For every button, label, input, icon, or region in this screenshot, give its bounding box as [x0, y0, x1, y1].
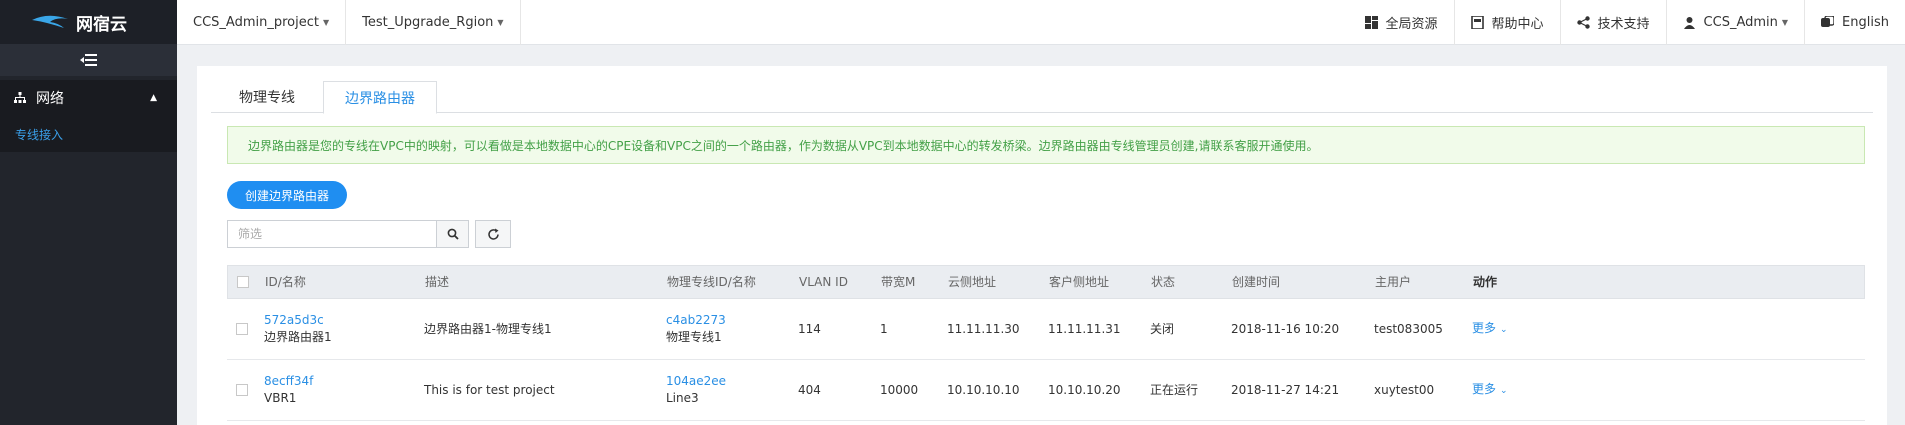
region-name: Test_Upgrade_Rgion	[362, 14, 494, 30]
col-id-name[interactable]: ID/名称	[265, 266, 306, 298]
region-selector[interactable]: Test_Upgrade_Rgion ▼	[346, 0, 521, 45]
global-resources-label: 全局资源	[1385, 16, 1438, 32]
info-notice: 边界路由器是您的专线在VPC中的映射，可以看做是本地数据中心的CPE设备和VPC…	[227, 126, 1865, 164]
tab-bar: 物理专线 边界路由器	[211, 81, 1873, 114]
line-name: Line3	[666, 391, 699, 405]
sidebar-group-label: 网络	[36, 91, 64, 107]
language-icon	[1821, 15, 1835, 27]
language-switch[interactable]: English	[1804, 0, 1905, 45]
col-cloud-address[interactable]: 云侧地址	[948, 266, 996, 298]
tab-physical-line[interactable]: 物理专线	[211, 81, 323, 113]
col-owner[interactable]: 主用户	[1375, 266, 1411, 298]
book-icon	[1470, 15, 1484, 29]
select-all-cell	[237, 266, 249, 298]
user-name: CCS_Admin	[1703, 14, 1778, 30]
search-button[interactable]	[437, 220, 469, 248]
status-text: 关闭	[1150, 321, 1175, 336]
share-icon	[1576, 15, 1590, 29]
tech-support-link[interactable]: 技术支持	[1559, 0, 1666, 45]
col-vlan-id[interactable]: VLAN ID	[799, 266, 848, 298]
refresh-button[interactable]	[475, 220, 511, 248]
search-icon	[447, 228, 459, 240]
table-row: 8ecff34f VBR1 This is for test project 1…	[227, 360, 1865, 421]
content-card: 物理专线 边界路由器 边界路由器是您的专线在VPC中的映射，可以看做是本地数据中…	[197, 66, 1887, 425]
bandwidth: 1	[880, 321, 888, 336]
sidebar-collapse-button[interactable]	[0, 44, 177, 76]
logo-icon	[32, 15, 68, 28]
row-checkbox[interactable]	[236, 384, 248, 396]
chevron-down-icon: ⌄	[1500, 385, 1508, 396]
language-label: English	[1842, 14, 1889, 30]
line-id-link[interactable]: 104ae2ee	[666, 373, 726, 390]
col-customer-address[interactable]: 客户侧地址	[1049, 266, 1109, 298]
bandwidth: 10000	[880, 382, 919, 397]
menu-collapse-icon	[79, 54, 97, 66]
logo-text: 网宿云	[76, 14, 127, 35]
cloud-address: 10.10.10.10	[947, 382, 1020, 397]
sidebar-item-label: 专线接入	[15, 127, 64, 142]
created-time: 2018-11-27 14:21	[1231, 382, 1340, 397]
col-status[interactable]: 状态	[1151, 266, 1175, 298]
project-name: CCS_Admin_project	[193, 14, 319, 30]
router-id-link[interactable]: 572a5d3c	[264, 312, 332, 329]
router-name: VBR1	[264, 391, 297, 405]
sitemap-icon	[14, 92, 26, 103]
col-line-id-name[interactable]: 物理专线ID/名称	[667, 266, 756, 298]
line-name: 物理专线1	[666, 330, 722, 344]
select-all-checkbox[interactable]	[237, 276, 249, 288]
owner: test083005	[1374, 321, 1443, 336]
caret-up-icon: ▲	[150, 93, 157, 103]
more-label: 更多	[1472, 381, 1497, 396]
col-action: 动作	[1473, 274, 1498, 289]
vlan-id: 114	[798, 321, 821, 336]
col-bandwidth[interactable]: 带宽M	[881, 266, 915, 298]
router-description: This is for test project	[424, 382, 555, 397]
user-icon	[1683, 16, 1695, 29]
chevron-down-icon: ⌄	[1500, 324, 1508, 335]
sidebar: 网宿云 网络 ▲ 专线接入	[0, 0, 177, 425]
top-header: CCS_Admin_project ▼ Test_Upgrade_Rgion ▼…	[177, 0, 1905, 45]
customer-address: 10.10.10.20	[1048, 382, 1121, 397]
sidebar-group-network[interactable]: 网络 ▲	[0, 80, 177, 116]
chevron-down-icon: ▼	[497, 17, 504, 27]
user-menu[interactable]: CCS_Admin ▼	[1665, 0, 1805, 45]
help-center-label: 帮助中心	[1491, 16, 1544, 32]
router-name: 边界路由器1	[264, 330, 332, 344]
tech-support-label: 技术支持	[1597, 16, 1650, 32]
logo[interactable]: 网宿云	[0, 0, 177, 44]
router-id-link[interactable]: 8ecff34f	[264, 373, 313, 390]
vlan-id: 404	[798, 382, 821, 397]
table-header: ID/名称 描述 物理专线ID/名称 VLAN ID 带宽M 云侧地址 客户侧地…	[227, 265, 1865, 299]
col-description[interactable]: 描述	[425, 266, 449, 298]
table-row: 572a5d3c 边界路由器1 边界路由器1-物理专线1 c4ab2273 物理…	[227, 299, 1865, 360]
row-checkbox[interactable]	[236, 323, 248, 335]
router-description: 边界路由器1-物理专线1	[424, 321, 552, 336]
tab-border-router[interactable]: 边界路由器	[323, 81, 437, 114]
more-label: 更多	[1472, 320, 1497, 335]
sidebar-item-dedicated-line[interactable]: 专线接入	[0, 116, 177, 152]
border-router-table: ID/名称 描述 物理专线ID/名称 VLAN ID 带宽M 云侧地址 客户侧地…	[227, 265, 1865, 421]
help-center-link[interactable]: 帮助中心	[1453, 0, 1560, 45]
col-created-time[interactable]: 创建时间	[1232, 266, 1280, 298]
owner: xuytest00	[1374, 382, 1435, 397]
chevron-down-icon: ▼	[1781, 17, 1789, 27]
chevron-down-icon: ▼	[322, 17, 330, 27]
filter-input[interactable]	[227, 220, 437, 248]
line-id-link[interactable]: c4ab2273	[666, 312, 726, 329]
dashboard-icon	[1364, 15, 1378, 29]
status-text: 正在运行	[1150, 382, 1199, 397]
created-time: 2018-11-16 10:20	[1231, 321, 1340, 336]
more-actions-button[interactable]: 更多 ⌄	[1472, 320, 1508, 339]
project-selector[interactable]: CCS_Admin_project ▼	[177, 0, 347, 45]
global-resources-link[interactable]: 全局资源	[1349, 0, 1454, 45]
customer-address: 11.11.11.31	[1048, 321, 1121, 336]
create-border-router-button[interactable]: 创建边界路由器	[227, 181, 347, 209]
refresh-icon	[487, 228, 499, 240]
more-actions-button[interactable]: 更多 ⌄	[1472, 381, 1508, 400]
cloud-address: 11.11.11.30	[947, 321, 1020, 336]
